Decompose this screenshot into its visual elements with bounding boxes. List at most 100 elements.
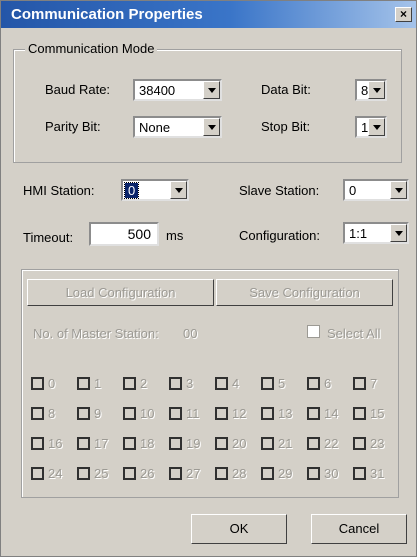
station-checkbox[interactable] [77, 377, 90, 390]
station-checkbox[interactable] [169, 377, 182, 390]
station-number: 14 [324, 406, 339, 421]
parity-bit-label: Parity Bit: [45, 119, 101, 134]
dialog-window: Communication Properties × Communication… [0, 0, 417, 557]
station-checkbox[interactable] [31, 377, 44, 390]
station-checkbox[interactable] [261, 377, 274, 390]
station-number: 6 [324, 376, 332, 391]
communication-mode-legend: Communication Mode [25, 41, 158, 56]
station-checkbox[interactable] [215, 407, 228, 420]
station-checkbox[interactable] [353, 437, 366, 450]
station-number: 17 [94, 436, 109, 451]
station-number: 29 [278, 466, 293, 481]
station-checkbox[interactable] [169, 407, 182, 420]
station-number: 26 [140, 466, 155, 481]
baud-rate-value: 38400 [139, 83, 176, 98]
communication-mode-group [13, 49, 402, 163]
station-checkbox[interactable] [261, 467, 274, 480]
station-number: 18 [140, 436, 155, 451]
station-checkbox[interactable] [307, 467, 320, 480]
station-number: 0 [48, 376, 56, 391]
hmi-station-select[interactable]: 0 [121, 179, 189, 201]
station-checkbox[interactable] [353, 467, 366, 480]
data-bit-select[interactable]: 8 [355, 79, 387, 101]
station-number: 1 [94, 376, 102, 391]
station-number: 30 [324, 466, 339, 481]
configuration-select[interactable]: 1:1 [343, 222, 409, 244]
station-checkbox[interactable] [123, 407, 136, 420]
station-number: 9 [94, 406, 102, 421]
station-checkbox[interactable] [215, 377, 228, 390]
configuration-label: Configuration: [239, 228, 320, 243]
station-number: 3 [186, 376, 194, 391]
station-checkbox[interactable] [307, 377, 320, 390]
stop-bit-select[interactable]: 1 [355, 116, 387, 138]
ok-button[interactable]: OK [191, 514, 287, 544]
station-number: 8 [48, 406, 56, 421]
station-number: 25 [94, 466, 109, 481]
parity-bit-value: None [139, 120, 171, 135]
station-number: 21 [278, 436, 293, 451]
slave-station-value: 0 [349, 183, 357, 198]
station-checkbox[interactable] [261, 407, 274, 420]
close-button[interactable]: × [395, 7, 412, 22]
station-checkbox[interactable] [307, 407, 320, 420]
slave-station-select[interactable]: 0 [343, 179, 409, 201]
station-checkbox[interactable] [215, 467, 228, 480]
hmi-station-label: HMI Station: [23, 183, 95, 198]
chevron-down-icon[interactable] [203, 81, 220, 99]
station-checkbox[interactable] [31, 407, 44, 420]
station-number: 5 [278, 376, 286, 391]
save-configuration-button[interactable]: Save Configuration [216, 279, 393, 306]
timeout-input[interactable]: 500 [89, 222, 159, 246]
station-number: 7 [370, 376, 378, 391]
chevron-down-icon[interactable] [390, 181, 407, 199]
station-checkbox[interactable] [169, 437, 182, 450]
station-number: 12 [232, 406, 247, 421]
station-checkbox[interactable] [123, 437, 136, 450]
data-bit-label: Data Bit: [261, 82, 311, 97]
station-checkbox[interactable] [307, 437, 320, 450]
station-number: 10 [140, 406, 155, 421]
station-checkbox[interactable] [31, 467, 44, 480]
station-checkbox[interactable] [77, 407, 90, 420]
station-number: 2 [140, 376, 148, 391]
station-checkbox[interactable] [77, 437, 90, 450]
baud-rate-select[interactable]: 38400 [133, 79, 222, 101]
station-checkbox[interactable] [353, 377, 366, 390]
station-checkbox[interactable] [169, 467, 182, 480]
hmi-station-value: 0 [123, 182, 140, 199]
station-checkbox[interactable] [261, 437, 274, 450]
station-number: 31 [370, 466, 385, 481]
parity-bit-select[interactable]: None [133, 116, 222, 138]
station-number: 27 [186, 466, 201, 481]
chevron-down-icon[interactable] [203, 118, 220, 136]
station-number: 23 [370, 436, 385, 451]
station-number: 13 [278, 406, 293, 421]
station-number: 19 [186, 436, 201, 451]
configuration-value: 1:1 [349, 226, 368, 241]
chevron-down-icon[interactable] [368, 81, 385, 99]
station-number: 28 [232, 466, 247, 481]
station-checkbox[interactable] [215, 437, 228, 450]
title-bar[interactable]: Communication Properties × [1, 1, 416, 28]
chevron-down-icon[interactable] [390, 224, 407, 242]
cancel-button[interactable]: Cancel [311, 514, 407, 544]
select-all-label: Select All [327, 326, 381, 341]
station-checkbox[interactable] [353, 407, 366, 420]
timeout-unit: ms [166, 228, 184, 243]
station-checkbox[interactable] [123, 377, 136, 390]
window-title: Communication Properties [11, 6, 203, 23]
station-checkbox[interactable] [77, 467, 90, 480]
stop-bit-label: Stop Bit: [261, 119, 311, 134]
station-checkbox[interactable] [123, 467, 136, 480]
load-configuration-button[interactable]: Load Configuration [27, 279, 214, 306]
slave-station-label: Slave Station: [239, 183, 320, 198]
chevron-down-icon[interactable] [170, 181, 187, 199]
station-number: 4 [232, 376, 240, 391]
chevron-down-icon[interactable] [368, 118, 385, 136]
select-all-checkbox[interactable] [307, 325, 320, 338]
station-number: 24 [48, 466, 63, 481]
station-number: 16 [48, 436, 63, 451]
station-checkbox[interactable] [31, 437, 44, 450]
timeout-label: Timeout: [23, 230, 74, 245]
